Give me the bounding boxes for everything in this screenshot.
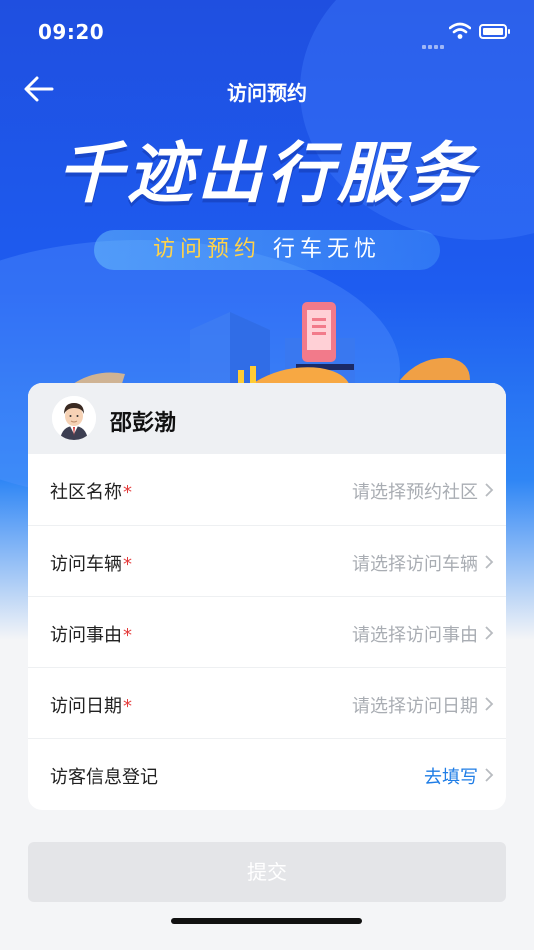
required-mark: * (123, 696, 132, 717)
vehicle-select[interactable]: 请选择访问车辆 (352, 550, 478, 576)
wifi-icon (449, 22, 471, 39)
home-indicator (171, 918, 362, 924)
chevron-right-icon (485, 768, 494, 782)
row-label: 访问车辆* (50, 550, 132, 576)
row-label-text: 访客信息登记 (50, 767, 158, 788)
page-title: 访问预约 (227, 81, 307, 105)
row-label-text: 访问日期 (50, 696, 122, 717)
visit-form-card: 邵彭渤 社区名称* 请选择预约社区 访问车辆* 请选择访问车辆 访问事由* 请选… (28, 383, 506, 810)
row-label: 访客信息登记 (50, 763, 158, 789)
row-label: 社区名称* (50, 478, 132, 504)
submit-button[interactable]: 提交 (28, 842, 506, 902)
status-bar: 09:20 (0, 0, 534, 64)
row-label: 访问事由* (50, 621, 132, 647)
visitor-info-row[interactable]: 访客信息登记 去填写 (28, 738, 506, 809)
reason-select[interactable]: 请选择访问事由 (352, 621, 478, 647)
banner-title: 千迹出行服务 (57, 135, 477, 212)
visit-reason-row[interactable]: 访问事由* 请选择访问事由 (28, 596, 506, 667)
row-label-text: 社区名称 (50, 482, 122, 503)
battery-level (483, 28, 503, 35)
row-label: 访问日期* (50, 692, 132, 718)
user-header: 邵彭渤 (28, 383, 506, 454)
navigation-bar: 访问预约 (0, 64, 534, 114)
required-mark: * (123, 482, 132, 503)
chevron-right-icon (485, 626, 494, 640)
banner-subtitle-b: 行车无忧 (273, 237, 382, 262)
chevron-right-icon (485, 555, 494, 569)
user-avatar-icon (52, 396, 96, 440)
date-select[interactable]: 请选择访问日期 (352, 692, 478, 718)
community-select[interactable]: 请选择预约社区 (352, 478, 478, 504)
visit-date-row[interactable]: 访问日期* 请选择访问日期 (28, 667, 506, 738)
chevron-right-icon (485, 483, 494, 497)
community-name-row[interactable]: 社区名称* 请选择预约社区 (28, 454, 506, 525)
row-label-text: 访问车辆 (50, 554, 122, 575)
status-time: 09:20 (38, 20, 105, 44)
required-mark: * (123, 554, 132, 575)
banner-subtitle-a: 访问预约 (152, 237, 261, 262)
battery-icon (479, 24, 510, 39)
visit-vehicle-row[interactable]: 访问车辆* 请选择访问车辆 (28, 525, 506, 596)
row-label-text: 访问事由 (50, 625, 122, 646)
banner-subtitle-pill: 访问预约 行车无忧 (94, 230, 440, 270)
fill-in-link[interactable]: 去填写 (424, 763, 478, 789)
required-mark: * (123, 625, 132, 646)
chevron-right-icon (485, 697, 494, 711)
signal-icon (422, 34, 446, 49)
user-name: 邵彭渤 (110, 411, 177, 436)
